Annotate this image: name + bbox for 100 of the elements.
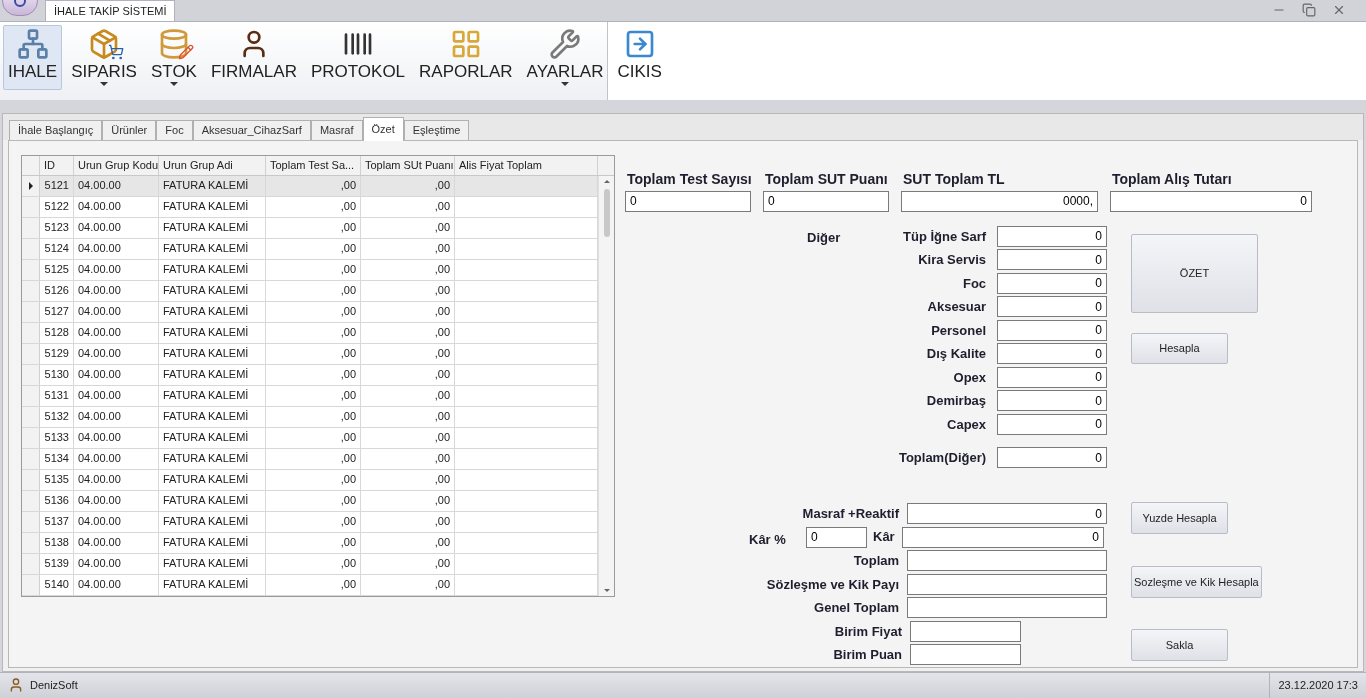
- column-header[interactable]: Toplam Test Sa...: [266, 155, 361, 175]
- field-label: Toplam: [852, 552, 900, 571]
- tab[interactable]: İhale Başlangıç: [9, 119, 103, 140]
- field-label: Toplam(Diğer): [897, 448, 987, 467]
- input-field[interactable]: [910, 620, 1021, 642]
- ribbon-button[interactable]: SIPARIS: [66, 25, 142, 90]
- action-button[interactable]: Hesapla: [1131, 332, 1228, 364]
- table-cell: 04.00.00: [74, 322, 159, 343]
- table-cell: 5139: [40, 553, 74, 574]
- action-button[interactable]: Sakla: [1131, 629, 1228, 662]
- column-header[interactable]: Toplam SUt Puanı: [361, 155, 455, 175]
- ribbon-button[interactable]: CIKIS: [612, 25, 667, 90]
- input-field[interactable]: 0: [763, 190, 889, 212]
- grid-row[interactable]: 5128 04.00.00 FATURA KALEMİ ,00 ,00: [22, 322, 598, 344]
- ribbon-button[interactable]: STOK: [145, 25, 202, 90]
- grid-row[interactable]: 5131 04.00.00 FATURA KALEMİ ,00 ,00: [22, 385, 598, 407]
- input-field[interactable]: 0: [625, 190, 751, 212]
- ribbon-button[interactable]: FIRMALAR: [205, 25, 302, 90]
- table-cell: ,00: [266, 553, 361, 574]
- table-cell: ,00: [361, 574, 455, 595]
- grid-row[interactable]: 5140 04.00.00 FATURA KALEMİ ,00 ,00: [22, 574, 598, 596]
- input-field[interactable]: [907, 573, 1107, 595]
- tab[interactable]: Foc: [156, 119, 193, 140]
- input-field[interactable]: 0: [997, 390, 1107, 412]
- field-label: Capex: [947, 415, 987, 434]
- input-field[interactable]: 0: [997, 366, 1107, 388]
- grid-row[interactable]: 5133 04.00.00 FATURA KALEMİ ,00 ,00: [22, 427, 598, 449]
- column-header[interactable]: Urun Grup Adi: [159, 155, 266, 175]
- grid-row[interactable]: 5138 04.00.00 FATURA KALEMİ ,00 ,00: [22, 532, 598, 554]
- grid-row[interactable]: 5127 04.00.00 FATURA KALEMİ ,00 ,00: [22, 301, 598, 323]
- ribbon-button[interactable]: PROTOKOL: [305, 25, 411, 90]
- column-header[interactable]: Urun Grup Kodu: [74, 155, 159, 175]
- grid-row[interactable]: 5134 04.00.00 FATURA KALEMİ ,00 ,00: [22, 448, 598, 470]
- tab[interactable]: Aksesuar_CihazSarf: [192, 119, 311, 140]
- table-cell: ,00: [266, 511, 361, 532]
- input-field[interactable]: 0: [997, 319, 1107, 341]
- ribbon-button[interactable]: IHALE: [3, 25, 63, 90]
- row-header[interactable]: [22, 175, 40, 196]
- input-field[interactable]: 0: [997, 413, 1107, 435]
- input-field[interactable]: 0: [997, 296, 1107, 318]
- input-field[interactable]: 0: [997, 343, 1107, 365]
- table-cell: ,00: [361, 301, 455, 322]
- grid-row[interactable]: 5124 04.00.00 FATURA KALEMİ ,00 ,00: [22, 238, 598, 260]
- restore-icon[interactable]: [1302, 3, 1316, 17]
- tab[interactable]: Eşleştime: [403, 119, 470, 140]
- field-label: Toplam SUT Puanı: [765, 170, 888, 188]
- table-cell: ,00: [361, 238, 455, 259]
- table-cell: FATURA KALEMİ: [159, 175, 266, 196]
- ribbon-button[interactable]: RAPORLAR: [414, 25, 518, 90]
- table-cell: 5132: [40, 406, 74, 427]
- input-field[interactable]: 0: [997, 447, 1107, 469]
- input-field[interactable]: [907, 550, 1107, 572]
- tab[interactable]: Masraf: [310, 119, 363, 140]
- tab[interactable]: Ürünler: [102, 119, 157, 140]
- input-field[interactable]: 0: [997, 272, 1107, 294]
- table-cell: ,00: [361, 427, 455, 448]
- table-cell: FATURA KALEMİ: [159, 280, 266, 301]
- scrollbar[interactable]: [598, 175, 614, 596]
- ribbon-tab[interactable]: İHALE TAKİP SİSTEMİ: [45, 0, 176, 21]
- table-cell: 04.00.00: [74, 364, 159, 385]
- table-cell: ,00: [361, 217, 455, 238]
- ribbon-button[interactable]: AYARLAR: [521, 25, 609, 90]
- table-cell: FATURA KALEMİ: [159, 217, 266, 238]
- grid-row[interactable]: 5129 04.00.00 FATURA KALEMİ ,00 ,00: [22, 343, 598, 365]
- grid-row[interactable]: 5137 04.00.00 FATURA KALEMİ ,00 ,00: [22, 511, 598, 533]
- tab[interactable]: Özet: [362, 116, 404, 141]
- input-field[interactable]: 0: [1110, 190, 1312, 212]
- table-cell: ,00: [266, 490, 361, 511]
- input-field[interactable]: 0: [907, 503, 1107, 525]
- box-cart-icon: [88, 28, 121, 60]
- input-field[interactable]: 0: [997, 225, 1107, 247]
- grid-row[interactable]: 5139 04.00.00 FATURA KALEMİ ,00 ,00: [22, 553, 598, 575]
- input-field[interactable]: 0000,: [901, 190, 1098, 212]
- column-header[interactable]: Alis Fiyat Toplam: [455, 155, 598, 175]
- table-cell: ,00: [361, 343, 455, 364]
- column-header[interactable]: ID: [40, 155, 74, 175]
- close-icon[interactable]: [1332, 3, 1346, 17]
- input-field[interactable]: [907, 597, 1107, 619]
- action-button[interactable]: Sozleşme ve Kik Hesapla: [1131, 566, 1262, 599]
- grid-row[interactable]: 5126 04.00.00 FATURA KALEMİ ,00 ,00: [22, 280, 598, 302]
- grid-row[interactable]: 5135 04.00.00 FATURA KALEMİ ,00 ,00: [22, 469, 598, 491]
- grid-row[interactable]: 5136 04.00.00 FATURA KALEMİ ,00 ,00: [22, 490, 598, 512]
- input-field[interactable]: [910, 644, 1021, 666]
- grid-row[interactable]: 5132 04.00.00 FATURA KALEMİ ,00 ,00: [22, 406, 598, 428]
- table-cell: 04.00.00: [74, 574, 159, 595]
- action-button[interactable]: Yuzde Hesapla: [1131, 502, 1228, 535]
- input-field[interactable]: 0: [902, 526, 1104, 548]
- table-cell: 04.00.00: [74, 301, 159, 322]
- grid-row[interactable]: 5130 04.00.00 FATURA KALEMİ ,00 ,00: [22, 364, 598, 386]
- action-button[interactable]: ÖZET: [1131, 233, 1258, 313]
- input-field[interactable]: 0: [806, 526, 867, 548]
- table-cell: FATURA KALEMİ: [159, 364, 266, 385]
- table-cell: ,00: [266, 280, 361, 301]
- grid-row[interactable]: 5123 04.00.00 FATURA KALEMİ ,00 ,00: [22, 217, 598, 239]
- input-field[interactable]: 0: [997, 249, 1107, 271]
- hierarchy-icon: [16, 28, 49, 60]
- grid-row[interactable]: 5122 04.00.00 FATURA KALEMİ ,00 ,00: [22, 196, 598, 218]
- table-cell: ,00: [266, 217, 361, 238]
- grid-row[interactable]: 5125 04.00.00 FATURA KALEMİ ,00 ,00: [22, 259, 598, 281]
- grid-row[interactable]: 5121 04.00.00 FATURA KALEMİ ,00 ,00: [22, 175, 598, 197]
